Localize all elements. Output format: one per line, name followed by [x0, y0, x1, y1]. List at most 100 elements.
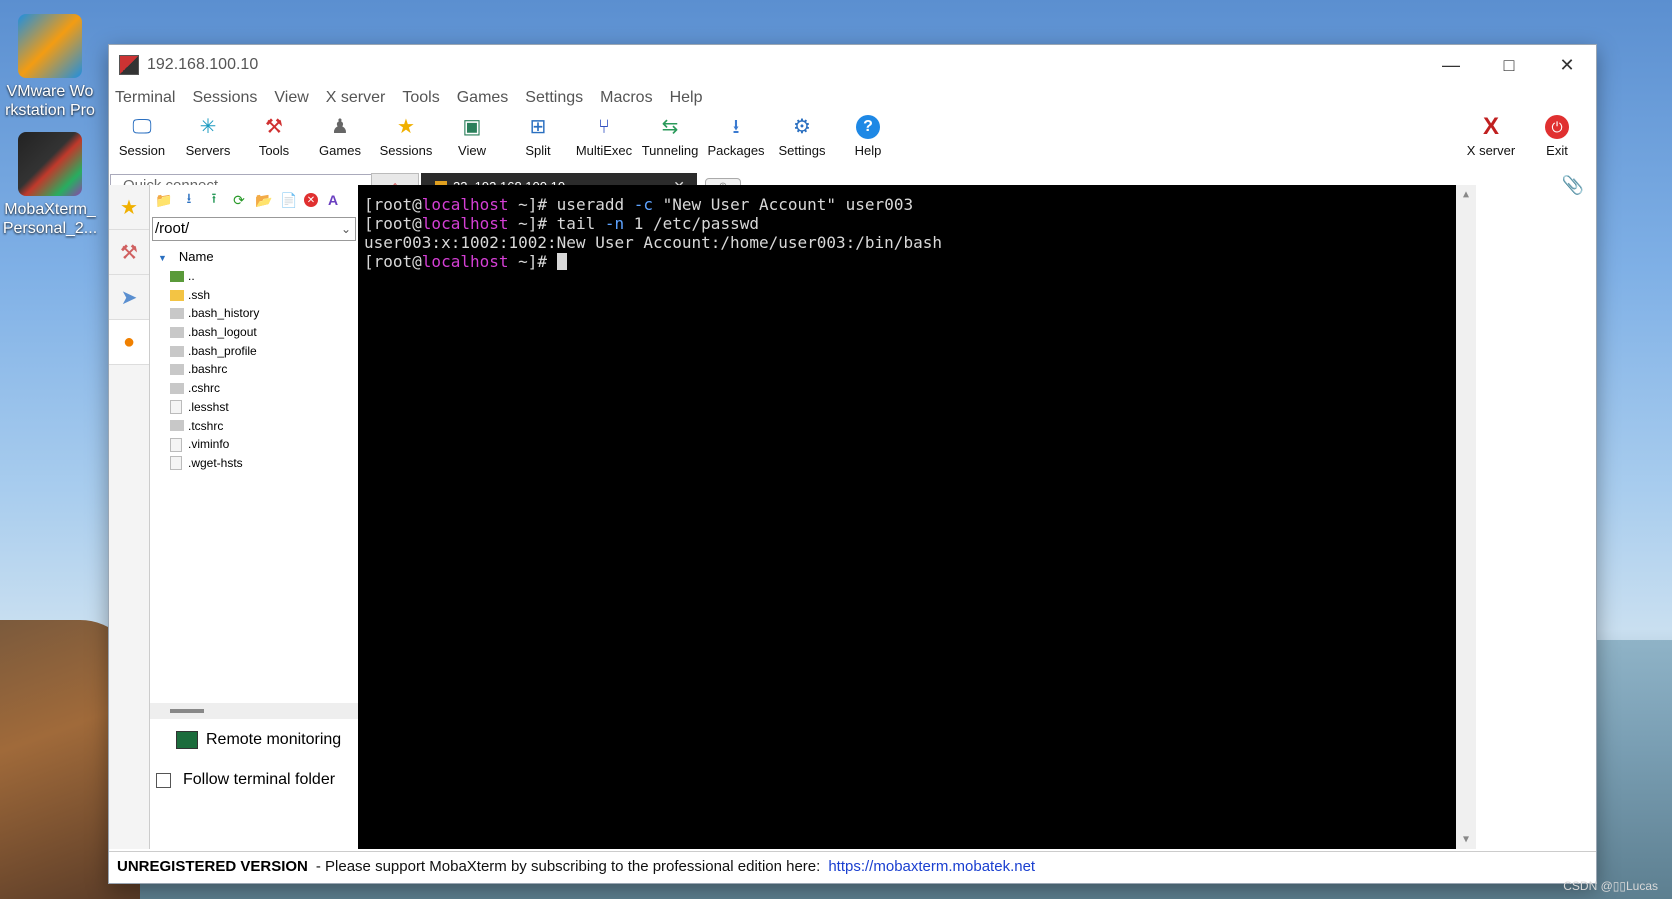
desktop-icon-vmware[interactable]: VMware Wo rkstation Pro: [0, 14, 100, 120]
side-tab-tools[interactable]: ⚒: [109, 230, 149, 275]
terminal-pane[interactable]: [root@localhost ~]# useradd -c "New User…: [358, 185, 1476, 849]
side-tab-macros[interactable]: ➤: [109, 275, 149, 320]
toolbar: 🖵 Session ✳ Servers ⚒ Tools ♟ Games ★ Session…: [109, 111, 1596, 173]
help-icon: ?: [856, 115, 880, 139]
file-row[interactable]: .bash_logout: [150, 323, 358, 342]
column-header-name[interactable]: ▼ Name: [150, 247, 358, 267]
split-icon: ⊞: [529, 116, 547, 138]
menu-help[interactable]: Help: [670, 89, 703, 107]
games-icon: ♟: [331, 116, 349, 138]
menu-macros[interactable]: Macros: [600, 89, 652, 107]
tools-icon: ⚒: [120, 241, 138, 264]
terminal-line: [root@localhost ~]#: [364, 252, 1476, 271]
maximize-button[interactable]: □: [1480, 45, 1538, 85]
help-button[interactable]: ? Help: [835, 115, 901, 158]
follow-terminal-folder-checkbox[interactable]: Follow terminal folder: [156, 771, 335, 789]
session-button[interactable]: 🖵 Session: [109, 115, 175, 158]
menu-games[interactable]: Games: [457, 89, 509, 107]
file-name: .bashrc: [188, 362, 228, 377]
new-folder-icon[interactable]: 📂: [254, 190, 274, 210]
splitter-handle[interactable]: [170, 709, 204, 713]
xserver-button[interactable]: X X server: [1458, 113, 1524, 159]
checkbox[interactable]: [156, 772, 171, 788]
file-row[interactable]: .wget-hsts: [150, 454, 358, 473]
support-message: - Please support MobaXterm by subscribin…: [315, 858, 821, 875]
file-icon: [170, 420, 184, 432]
tunneling-icon: ⇆: [661, 116, 679, 138]
menu-sessions[interactable]: Sessions: [192, 89, 257, 107]
title-bar: 192.168.100.10 — □ ✕: [109, 45, 1596, 85]
file-row[interactable]: .viminfo: [150, 435, 358, 454]
file-name: .bash_history: [188, 306, 260, 321]
sessions-button[interactable]: ★ Sessions: [373, 115, 439, 158]
side-tab-sessions[interactable]: ★: [109, 185, 149, 230]
tool-label: Games: [319, 143, 361, 158]
sort-arrow-icon: ▼: [158, 253, 167, 263]
exit-button[interactable]: ⏻ Exit: [1524, 115, 1590, 158]
view-button[interactable]: ▣ View: [439, 115, 505, 158]
desktop-icon-label: MobaXterm_: [4, 201, 96, 218]
parent-folder-icon[interactable]: 📁: [154, 190, 174, 210]
remote-monitoring-button[interactable]: Remote monitoring: [176, 731, 341, 749]
menu-terminal[interactable]: Terminal: [115, 89, 175, 107]
status-bar: UNREGISTERED VERSION - Please support Mo…: [109, 851, 1596, 881]
menu-bar: Terminal Sessions View X server Tools Ga…: [109, 85, 1596, 111]
mobaxterm-window: 192.168.100.10 — □ ✕ Terminal Sessions V…: [108, 44, 1597, 884]
desktop-icon-mobaxterm[interactable]: MobaXterm_ Personal_2...: [0, 132, 100, 238]
tool-label: View: [458, 143, 486, 158]
parent-folder-icon: [170, 270, 184, 282]
file-row[interactable]: .tcshrc: [150, 417, 358, 436]
remote-monitoring-label: Remote monitoring: [206, 731, 342, 748]
desktop-icon-label: VMware Wo: [6, 83, 94, 100]
tool-label: MultiExec: [575, 143, 633, 158]
file-name: .ssh: [188, 287, 211, 302]
side-tabs: ★ ⚒ ➤ ●: [109, 185, 150, 849]
multiexec-button[interactable]: ⑂ MultiExec: [571, 115, 637, 158]
text-file-icon: [170, 456, 182, 471]
tools-button[interactable]: ⚒ Tools: [241, 115, 307, 158]
download-icon[interactable]: ⭳: [179, 190, 199, 210]
exit-icon: ⏻: [1545, 115, 1569, 139]
file-row[interactable]: .lesshst: [150, 398, 358, 417]
close-button[interactable]: ✕: [1538, 45, 1596, 85]
file-row[interactable]: .cshrc: [150, 379, 358, 398]
upload-icon[interactable]: ⭱: [204, 190, 224, 210]
mobatek-link[interactable]: https://mobaxterm.mobatek.net: [828, 858, 1035, 875]
file-row[interactable]: .bash_history: [150, 304, 358, 323]
path-select[interactable]: /root/ ⌄: [152, 217, 356, 241]
games-button[interactable]: ♟ Games: [307, 115, 373, 158]
file-name: ..: [188, 269, 195, 283]
file-row[interactable]: .bashrc: [150, 360, 358, 379]
terminal-line: [root@localhost ~]# tail -n 1 /etc/passw…: [364, 214, 759, 233]
menu-view[interactable]: View: [274, 89, 308, 107]
scroll-up-icon[interactable]: ▲: [1456, 189, 1476, 200]
file-name: .wget-hsts: [188, 455, 243, 470]
split-button[interactable]: ⊞ Split: [505, 115, 571, 158]
scroll-down-icon[interactable]: ▼: [1456, 834, 1476, 845]
tool-label: Split: [525, 143, 551, 158]
tool-label: Packages: [707, 143, 765, 158]
menu-tools[interactable]: Tools: [402, 89, 439, 107]
delete-icon[interactable]: ✕: [304, 193, 318, 207]
rename-icon[interactable]: A: [323, 190, 343, 210]
folder-icon: [170, 289, 184, 301]
side-tab-sftp[interactable]: ●: [109, 320, 149, 365]
menu-x-server[interactable]: X server: [326, 89, 386, 107]
window-title: 192.168.100.10: [147, 56, 259, 73]
settings-button[interactable]: ⚙ Settings: [769, 115, 835, 158]
file-row[interactable]: .ssh: [150, 286, 358, 305]
tool-label: Session: [118, 143, 166, 158]
file-row-parent[interactable]: ..: [150, 267, 358, 286]
minimize-button[interactable]: —: [1422, 45, 1480, 85]
xserver-icon: X: [1482, 113, 1499, 140]
servers-button[interactable]: ✳ Servers: [175, 115, 241, 158]
paper-plane-icon: ➤: [120, 286, 138, 309]
menu-settings[interactable]: Settings: [525, 89, 583, 107]
tunneling-button[interactable]: ⇆ Tunneling: [637, 115, 703, 158]
refresh-icon[interactable]: ⟳: [229, 190, 249, 210]
file-name: .bash_profile: [188, 343, 257, 358]
terminal-scrollbar[interactable]: ▲ ▼: [1456, 185, 1476, 849]
packages-button[interactable]: ⭳ Packages: [703, 115, 769, 158]
new-file-icon[interactable]: 📄: [279, 190, 299, 210]
file-row[interactable]: .bash_profile: [150, 342, 358, 361]
